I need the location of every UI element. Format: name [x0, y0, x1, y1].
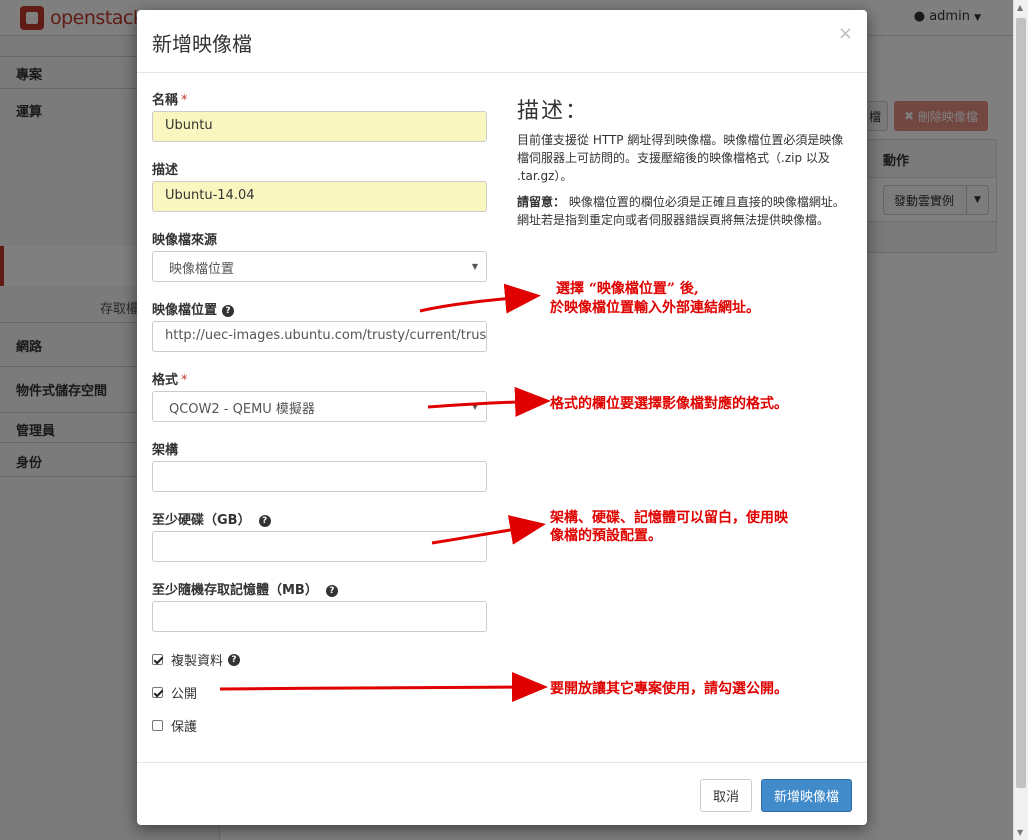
- create-image-submit-button[interactable]: 新增映像檔: [761, 779, 852, 812]
- min-disk-input[interactable]: [152, 531, 487, 562]
- description-panel-note: 請留意： 映像檔位置的欄位必須是正確且直接的映像檔網址。網址若是指到重定向或者伺…: [517, 193, 852, 229]
- min-disk-label: 至少硬碟（GB）?: [152, 509, 271, 528]
- annotation-location-1: 選擇 “映像檔位置” 後,: [556, 281, 699, 297]
- annotation-optional-2: 像檔的預設配置。: [550, 528, 662, 544]
- name-label-text: 名稱: [152, 93, 179, 108]
- create-image-modal: 新增映像檔 × 名稱 * Ubuntu 描述 Ubuntu-14.04 映像檔來源…: [137, 10, 867, 825]
- modal-footer: 取消 新增映像檔: [137, 762, 867, 825]
- min-disk-label-text: 至少硬碟（GB）: [152, 513, 251, 528]
- protected-checkbox-row[interactable]: 保護: [152, 716, 197, 735]
- annotation-optional-1: 架構、硬碟、記憶體可以留白，使用映: [550, 510, 788, 526]
- format-select[interactable]: QCOW2 - QEMU 模擬器 ▼: [152, 391, 487, 422]
- scrollbar-thumb[interactable]: [1016, 18, 1026, 788]
- image-source-value: 映像檔位置: [169, 262, 235, 277]
- format-label-text: 格式: [152, 373, 179, 388]
- modal-header: 新增映像檔 ×: [137, 10, 867, 73]
- help-icon[interactable]: ?: [325, 585, 338, 597]
- protected-label: 保護: [171, 720, 198, 735]
- image-location-label: 映像檔位置?: [152, 299, 235, 318]
- chevron-down-icon: ▼: [471, 402, 478, 411]
- copy-data-checkbox-row[interactable]: 複製資料 ?: [152, 650, 241, 669]
- required-marker: *: [181, 373, 188, 388]
- scroll-up-icon[interactable]: ▲: [1017, 3, 1023, 12]
- copy-data-label: 複製資料: [171, 654, 224, 669]
- annotation-location-2: 於映像檔位置輸入外部連結網址。: [550, 300, 760, 316]
- description-panel-title: 描述：: [517, 99, 590, 124]
- image-location-input[interactable]: http://uec-images.ubuntu.com/trusty/curr…: [152, 321, 487, 352]
- help-icon[interactable]: ?: [228, 653, 241, 666]
- format-value: QCOW2 - QEMU 模擬器: [169, 402, 315, 417]
- name-input[interactable]: Ubuntu: [152, 111, 487, 142]
- public-checkbox-row[interactable]: 公開: [152, 683, 197, 702]
- copy-data-checkbox[interactable]: [152, 654, 163, 665]
- min-ram-label: 至少隨機存取記憶體（MB）?: [152, 579, 338, 598]
- cancel-button[interactable]: 取消: [700, 779, 752, 812]
- description-panel-text: 目前僅支援從 HTTP 網址得到映像檔。映像檔位置必須是映像檔伺服器上可訪問的。…: [517, 133, 844, 183]
- modal-title: 新增映像檔: [152, 32, 252, 56]
- image-source-select[interactable]: 映像檔位置 ▼: [152, 251, 487, 282]
- page-scrollbar[interactable]: ▲ ▼: [1013, 0, 1028, 840]
- required-marker: *: [181, 93, 188, 108]
- min-ram-input[interactable]: [152, 601, 487, 632]
- description-input[interactable]: Ubuntu-14.04: [152, 181, 487, 212]
- public-label: 公開: [171, 687, 198, 702]
- image-source-label: 映像檔來源: [152, 233, 218, 248]
- note-label: 請留意：: [517, 195, 566, 209]
- note-text: 映像檔位置的欄位必須是正確且直接的映像檔網址。網址若是指到重定向或者伺服器錯誤頁…: [517, 195, 845, 227]
- architecture-label: 架構: [152, 443, 179, 458]
- protected-checkbox[interactable]: [152, 720, 163, 731]
- architecture-input[interactable]: [152, 461, 487, 492]
- annotation-public: 要開放讓其它專案使用，請勾選公開。: [550, 681, 788, 697]
- format-label: 格式 *: [152, 369, 188, 388]
- description-label: 描述: [152, 163, 179, 178]
- scroll-down-icon[interactable]: ▼: [1017, 828, 1023, 837]
- description-panel: 描述： 目前僅支援從 HTTP 網址得到映像檔。映像檔位置必須是映像檔伺服器上可…: [517, 99, 852, 237]
- min-ram-label-text: 至少隨機存取記憶體（MB）: [152, 583, 318, 598]
- chevron-down-icon: ▼: [471, 262, 478, 271]
- help-icon[interactable]: ?: [258, 515, 271, 527]
- close-icon[interactable]: ×: [838, 23, 853, 44]
- public-checkbox[interactable]: [152, 687, 163, 698]
- image-location-label-text: 映像檔位置: [152, 303, 218, 318]
- annotation-format: 格式的欄位要選擇影像檔對應的格式。: [550, 396, 788, 412]
- name-label: 名稱 *: [152, 89, 188, 108]
- help-icon[interactable]: ?: [222, 305, 235, 317]
